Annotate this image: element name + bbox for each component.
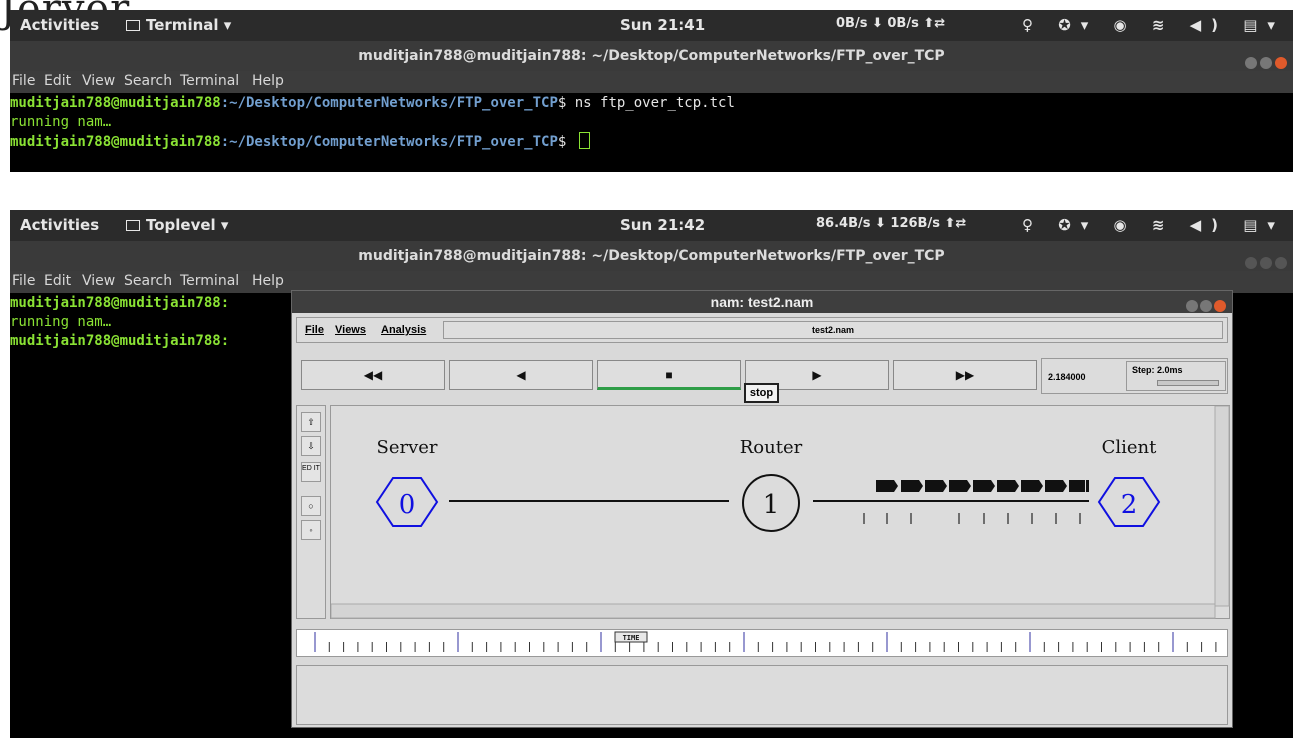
window-title: muditjain788@muditjain788: ~/Desktop/Com…	[10, 241, 1293, 271]
back-button[interactable]: ◀	[449, 360, 593, 390]
topology-drawing: Server Router Client 0 1 2	[331, 406, 1230, 619]
step-control: Step: 2.0ms	[1126, 361, 1226, 391]
time-panel: 2.184000 Step: 2.0ms	[1041, 358, 1228, 394]
zoom-in-icon[interactable]: ⇧	[301, 412, 321, 432]
activities-button[interactable]: Activities	[20, 16, 99, 34]
terminal-screenshot-2: Activities Toplevel ▾ Sun 21:42 86.4B/s …	[10, 210, 1293, 738]
nam-window-controls	[1184, 296, 1226, 318]
step-label: Step: 2.0ms	[1132, 365, 1183, 375]
nam-menu-analysis[interactable]: Analysis	[381, 324, 426, 336]
small-circle-tool-icon[interactable]: ◦	[301, 520, 321, 540]
menu-terminal[interactable]: Terminal	[180, 273, 239, 289]
node-router-id: 1	[763, 490, 780, 520]
text-cursor	[578, 132, 590, 149]
window-title: muditjain788@muditjain788: ~/Desktop/Com…	[10, 41, 1293, 71]
timeline-slider[interactable]: TIME	[296, 629, 1228, 657]
close-icon[interactable]	[1214, 300, 1226, 312]
edit-button[interactable]: ED IT	[301, 462, 321, 482]
node-client-label: Client	[1102, 437, 1158, 458]
menu-search[interactable]: Search	[124, 273, 172, 289]
nam-annotation-panel[interactable]	[296, 665, 1228, 725]
terminal-screenshot-1: Activities Terminal ▾ Sun 21:41 0B/s ⬇ 0…	[10, 10, 1293, 172]
menu-terminal[interactable]: Terminal	[180, 73, 239, 89]
window-icon	[126, 220, 140, 231]
minimize-icon[interactable]	[1245, 257, 1257, 269]
output-line: running nam…	[10, 114, 112, 130]
maximize-icon[interactable]	[1260, 257, 1272, 269]
clock[interactable]: Sun 21:41	[620, 16, 705, 34]
nam-menu-file[interactable]: File	[305, 324, 324, 336]
node-router-label: Router	[740, 437, 803, 458]
node-server-label: Server	[376, 437, 437, 458]
vertical-scrollbar[interactable]	[1214, 406, 1230, 607]
terminal-icon	[126, 20, 140, 31]
clock[interactable]: Sun 21:42	[620, 216, 705, 234]
stop-button[interactable]: ■	[597, 360, 741, 390]
nam-window[interactable]: nam: test2.nam File Views Analysis test2…	[291, 290, 1233, 728]
menu-file[interactable]: File	[12, 273, 35, 289]
zoom-out-icon[interactable]: ⇩	[301, 436, 321, 456]
nam-filename: test2.nam	[443, 321, 1223, 339]
circle-tool-icon[interactable]: ○	[301, 496, 321, 516]
node-client-id: 2	[1121, 490, 1138, 520]
horizontal-scrollbar[interactable]	[331, 603, 1216, 619]
nam-toolbar: ⇧ ⇩ ED IT ○ ◦	[296, 405, 326, 619]
close-icon[interactable]	[1275, 57, 1287, 69]
menu-help[interactable]: Help	[252, 73, 284, 89]
terminal-output[interactable]: muditjain788@muditjain788:~/Desktop/Comp…	[10, 94, 1293, 151]
menu-view[interactable]: View	[82, 73, 115, 89]
menu-file[interactable]: File	[12, 73, 35, 89]
menu-edit[interactable]: Edit	[44, 73, 71, 89]
menu-help[interactable]: Help	[252, 273, 284, 289]
app-menu-button[interactable]: Toplevel ▾	[126, 216, 228, 234]
link-queue-ticks	[863, 513, 1081, 524]
step-slider[interactable]	[1157, 380, 1219, 386]
gnome-top-bar: Activities Terminal ▾ Sun 21:41 0B/s ⬇ 0…	[10, 10, 1293, 41]
minimize-icon[interactable]	[1245, 57, 1257, 69]
menu-search[interactable]: Search	[124, 73, 172, 89]
stop-tooltip: stop	[744, 383, 779, 403]
app-menu-button[interactable]: Terminal ▾	[126, 16, 231, 34]
maximize-icon[interactable]	[1200, 300, 1212, 312]
fast-forward-button[interactable]: ▶▶	[893, 360, 1037, 390]
nam-title-bar[interactable]: nam: test2.nam	[292, 291, 1232, 313]
terminal-menubar: File Edit View Search Terminal Help	[10, 71, 1293, 93]
time-value: 2.184000	[1048, 372, 1086, 382]
prompt-line: muditjain788@muditjain788:~/Desktop/Comp…	[10, 132, 1293, 151]
gnome-top-bar: Activities Toplevel ▾ Sun 21:42 86.4B/s …	[10, 210, 1293, 241]
maximize-icon[interactable]	[1260, 57, 1272, 69]
menu-view[interactable]: View	[82, 273, 115, 289]
rewind-button[interactable]: ◀◀	[301, 360, 445, 390]
timeline-ticks: TIME	[314, 631, 1217, 652]
command-line: muditjain788@muditjain788:~/Desktop/Comp…	[10, 95, 735, 111]
time-marker-label: TIME	[623, 634, 640, 642]
network-speed: 86.4B/s ⬇ 126B/s ⬆⇄	[816, 216, 967, 231]
status-icons[interactable]: ♀ ✪▾ ◉ ≋ ◀) ▤▾	[1022, 16, 1285, 34]
network-speed: 0B/s ⬇ 0B/s ⬆⇄	[836, 16, 946, 31]
close-icon[interactable]	[1275, 257, 1287, 269]
status-icons[interactable]: ♀ ✪▾ ◉ ≋ ◀) ▤▾	[1022, 216, 1285, 234]
nam-menubar: File Views Analysis test2.nam	[296, 317, 1228, 343]
activities-button[interactable]: Activities	[20, 216, 99, 234]
network-canvas[interactable]: Server Router Client 0 1 2	[330, 405, 1230, 619]
packet-stream	[876, 480, 1089, 492]
minimize-icon[interactable]	[1186, 300, 1198, 312]
menu-edit[interactable]: Edit	[44, 273, 71, 289]
nam-menu-views[interactable]: Views	[335, 324, 366, 336]
node-server-id: 0	[399, 490, 416, 520]
